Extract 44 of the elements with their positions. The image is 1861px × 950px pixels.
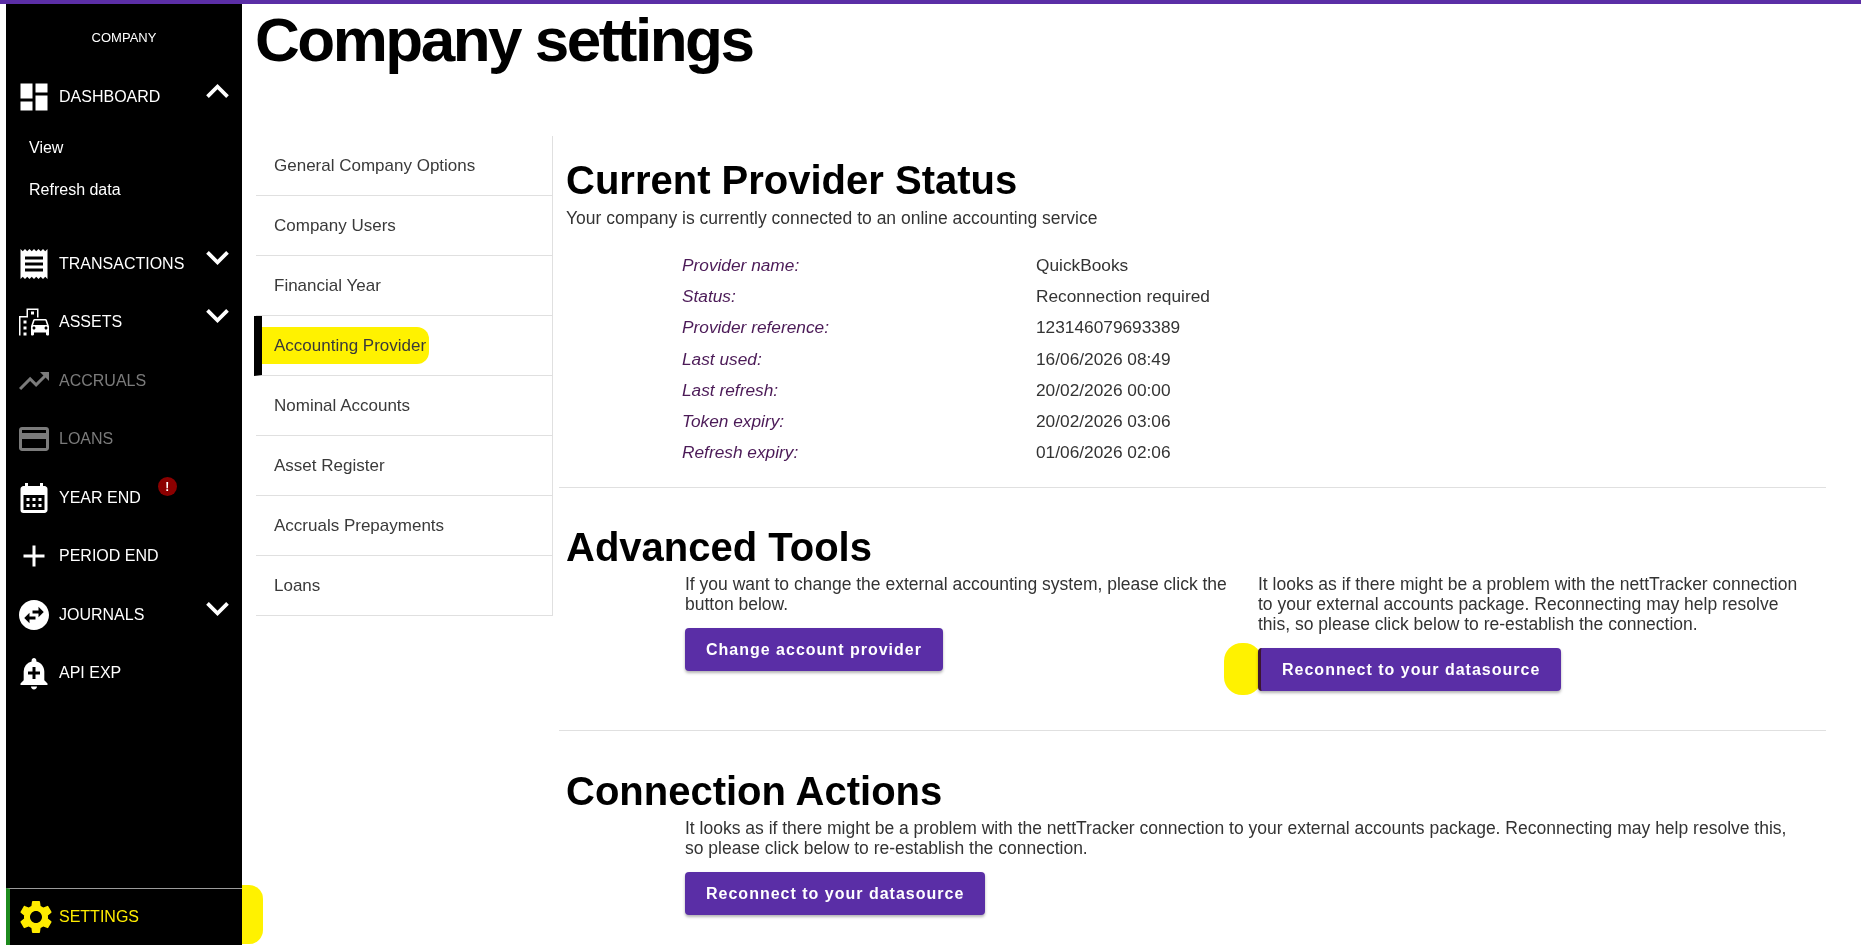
alert-badge: ! xyxy=(157,477,177,497)
sidebar-item[interactable]: SETTINGS xyxy=(6,888,242,945)
field-value: QuickBooks xyxy=(1036,253,1130,277)
settings-nav-item[interactable]: Asset Register xyxy=(256,436,552,496)
sidebar-item[interactable]: JOURNALS xyxy=(6,585,242,644)
field-value: 20/02/2026 00:00 xyxy=(1036,378,1172,402)
field-value: 20/02/2026 03:06 xyxy=(1036,410,1172,434)
sidebar-item[interactable]: TRANSACTIONS xyxy=(6,234,242,293)
sidebar-subitem[interactable]: Refresh data xyxy=(6,168,242,211)
section-heading: Advanced Tools xyxy=(565,524,873,572)
field-label: Provider reference: xyxy=(682,316,830,340)
connection-description: It looks as if there might be a problem with the nettTracker connection to your external accounts package. Reconnecting may help resolve this, so please click below to re-establish the connection. xyxy=(685,818,1788,859)
sidebar-item[interactable]: YEAR END ! xyxy=(6,468,242,527)
company-heading: COMPANY xyxy=(91,29,157,48)
section-description: Your company is currently connected to an online accounting service xyxy=(565,208,1099,228)
settings-nav-item[interactable]: Accounting Provider xyxy=(254,316,552,376)
sidebar-item[interactable]: PERIOD END xyxy=(6,527,242,586)
field-label: Last used: xyxy=(682,347,763,371)
field-label: Refresh expiry: xyxy=(682,441,800,465)
field-value: 16/06/2026 08:49 xyxy=(1036,347,1172,371)
settings-nav-item[interactable]: Company Users xyxy=(256,196,552,256)
field-value: 123146079693389 xyxy=(1036,316,1182,340)
reconnect-button[interactable]: Reconnect to your datasource xyxy=(685,872,986,916)
sidebar-item[interactable]: DASHBOARD xyxy=(6,68,242,127)
sidebar-subitem[interactable]: View xyxy=(6,126,242,169)
reconnect-button[interactable]: Reconnect to your datasource xyxy=(1258,648,1562,692)
tool-description: It looks as if there might be a problem with the nettTracker connection to your external accounts package. Reconnecting may help resolve this, so please click below to re-establish the connection. xyxy=(1258,574,1799,635)
tool-description: If you want to change the external accounting system, please click the button below. xyxy=(685,574,1228,615)
field-value: Reconnection required xyxy=(1036,284,1211,308)
field-label: Status: xyxy=(682,284,737,308)
section-heading: Connection Actions xyxy=(565,768,944,816)
field-label: Token expiry: xyxy=(682,410,786,434)
field-value: 01/06/2026 02:06 xyxy=(1036,441,1172,465)
field-label: Provider name: xyxy=(682,253,801,277)
field-label: Last refresh: xyxy=(682,378,780,402)
settings-nav-item[interactable]: Loans xyxy=(256,556,552,616)
section-heading: Current Provider Status xyxy=(565,157,1019,204)
settings-nav-item[interactable]: General Company Options xyxy=(256,136,552,196)
settings-nav-item[interactable]: Nominal Accounts xyxy=(256,376,552,436)
settings-nav-item[interactable]: Accruals Prepayments xyxy=(256,496,552,556)
settings-nav-item[interactable]: Financial Year xyxy=(256,256,552,316)
change-provider-button[interactable]: Change account provider xyxy=(685,628,943,672)
sidebar-item[interactable]: ASSETS xyxy=(6,293,242,352)
sidebar-item[interactable]: API EXP xyxy=(6,644,242,703)
